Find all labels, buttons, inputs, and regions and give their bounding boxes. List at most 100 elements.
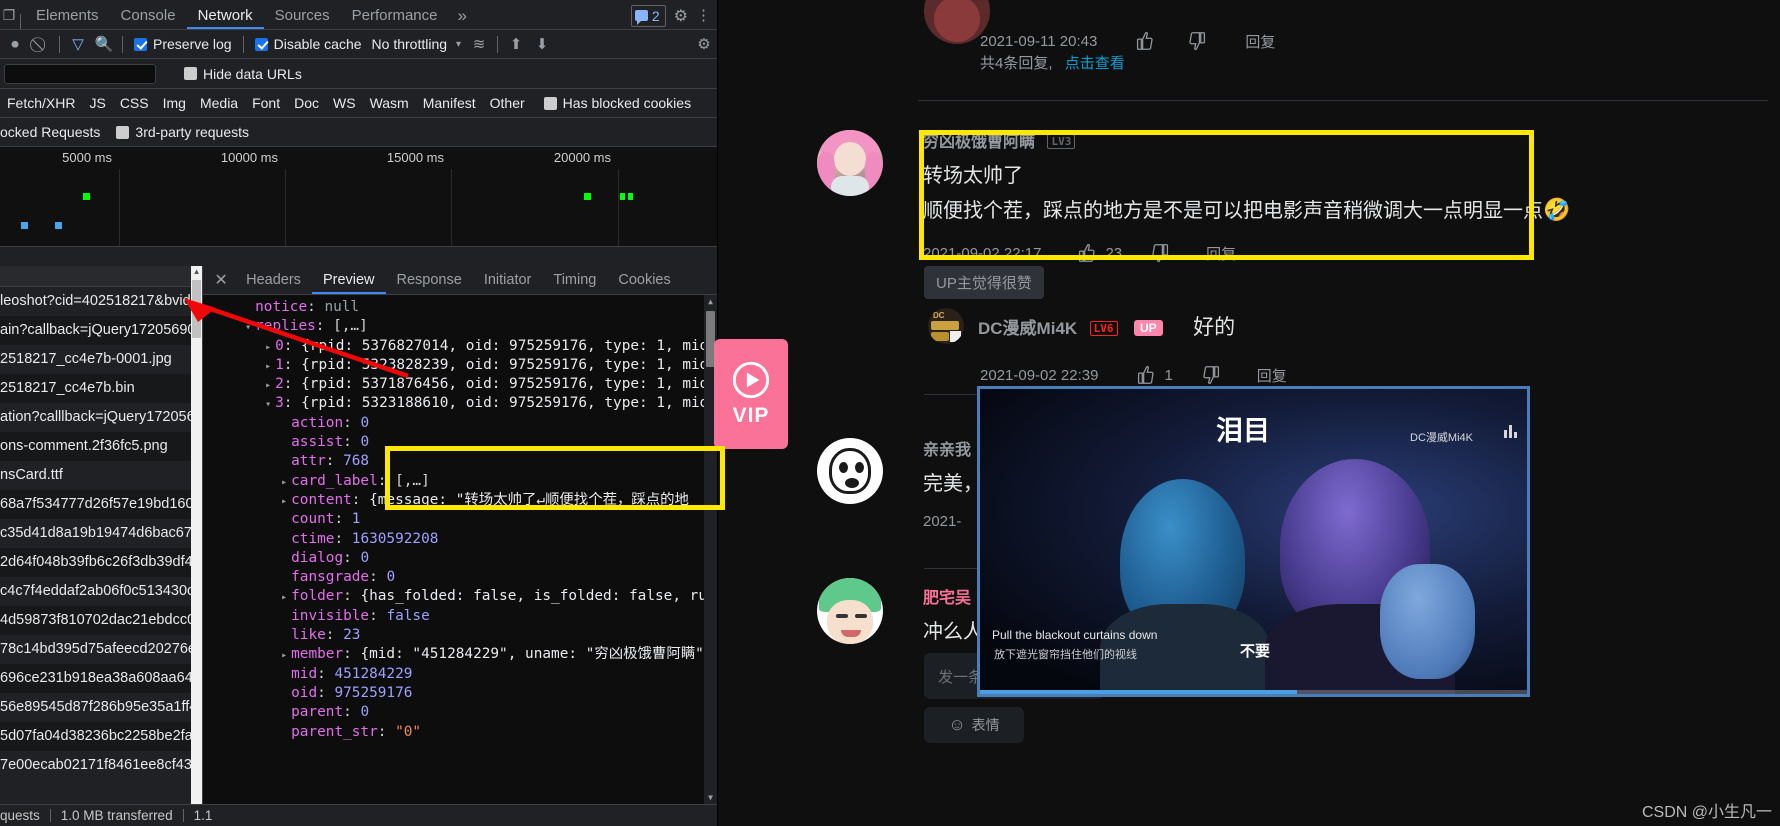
json-row[interactable]: ▸ card_label: [,…] — [203, 472, 717, 491]
json-row[interactable]: ▸ 0: {rpid: 5376827014, oid: 975259176, t… — [203, 337, 717, 356]
json-row[interactable]: ctime: 1630592208 — [203, 530, 717, 549]
json-row[interactable]: notice: null — [203, 298, 717, 317]
request-row[interactable]: 5d07fa04d38236bc2258be2faf2 — [0, 722, 203, 751]
filter-img[interactable]: Img — [156, 95, 193, 111]
tab-console[interactable]: Console — [110, 2, 187, 29]
reply-button[interactable]: 回复 — [1257, 365, 1287, 386]
filter-font[interactable]: Font — [245, 95, 287, 111]
chevron-down-icon[interactable]: ▾ — [265, 395, 275, 414]
json-row[interactable]: fansgrade: 0 — [203, 568, 717, 587]
thumbs-down-icon[interactable] — [1201, 364, 1223, 386]
json-row[interactable]: ▸ 2: {rpid: 5371876456, oid: 975259176, t… — [203, 375, 717, 394]
filter-css[interactable]: CSS — [113, 95, 156, 111]
avatar[interactable] — [817, 578, 883, 644]
thumbs-down-icon[interactable] — [1150, 242, 1172, 264]
request-row[interactable]: 696ce231b918ea38a608aa64ea6 — [0, 664, 203, 693]
filter-input[interactable] — [4, 63, 156, 84]
import-har-icon[interactable]: ⬆ — [503, 35, 529, 53]
filter-doc[interactable]: Doc — [287, 95, 326, 111]
reply-button[interactable]: 回复 — [1206, 243, 1236, 264]
request-row[interactable]: ain?callback=jQuery1720569073. — [0, 316, 203, 345]
request-row[interactable]: 7e00ecab02171f8461ee8cf439c7 — [0, 751, 203, 780]
request-row[interactable]: 2518217_cc4e7b.bin — [0, 374, 203, 403]
json-row[interactable]: oid: 975259176 — [203, 684, 717, 703]
json-row[interactable]: count: 1 — [203, 510, 717, 529]
issues-badge[interactable]: 2 — [630, 4, 666, 27]
json-row[interactable]: ▸ member: {mid: "451284229", uname: "穷凶极饿… — [203, 645, 717, 664]
chevron-right-icon[interactable]: ▸ — [281, 473, 291, 492]
view-replies-link[interactable]: 点击查看 — [1065, 55, 1125, 72]
comment-username[interactable]: DC漫威Mi4K — [978, 319, 1077, 338]
request-row[interactable]: c4c7f4eddaf2ab06f0c513430cce — [0, 577, 203, 606]
json-row[interactable]: action: 0 — [203, 414, 717, 433]
request-list[interactable]: leoshot?cid=402518217&bvid=B ain?callback… — [0, 266, 204, 804]
close-icon[interactable]: ✕ — [207, 270, 235, 290]
request-row[interactable]: c35d41d8a19b19474d6bac6723 — [0, 519, 203, 548]
preserve-log-checkbox[interactable]: Preserve log — [128, 36, 238, 52]
filter-manifest[interactable]: Manifest — [416, 95, 483, 111]
request-row[interactable]: nsCard.ttf — [0, 461, 203, 490]
tab-performance[interactable]: Performance — [341, 2, 449, 29]
detail-tab-cookies[interactable]: Cookies — [607, 267, 681, 294]
json-row[interactable]: like: 23 — [203, 626, 717, 645]
json-row[interactable]: parent_str: "0" — [203, 723, 717, 742]
request-row[interactable]: leoshot?cid=402518217&bvid=B — [0, 287, 203, 316]
gear-icon[interactable]: ⚙ — [674, 6, 688, 26]
json-row[interactable]: mid: 451284229 — [203, 665, 717, 684]
vip-badge[interactable]: VIP — [714, 339, 788, 449]
video-player-overlay[interactable]: 泪目 DC漫威Mi4K Pull the blackout curtains d… — [977, 386, 1530, 697]
tab-network[interactable]: Network — [186, 2, 264, 29]
thumbs-up-icon[interactable] — [1133, 30, 1155, 52]
filter-funnel-icon[interactable]: ▽ — [65, 35, 91, 53]
filter-wasm[interactable]: Wasm — [363, 95, 416, 111]
chevron-down-icon[interactable]: ▾ — [245, 318, 255, 337]
detail-tab-initiator[interactable]: Initiator — [473, 267, 543, 294]
filter-other[interactable]: Other — [483, 95, 532, 111]
comment-username[interactable]: 亲亲我 — [923, 436, 983, 460]
avatar[interactable] — [817, 130, 883, 196]
request-list-scrollbar[interactable]: ▲ — [191, 266, 203, 804]
detail-tab-headers[interactable]: Headers — [235, 267, 312, 294]
chevron-right-icon[interactable]: ▸ — [265, 338, 275, 357]
json-row[interactable]: ▸ 1: {rpid: 5323828239, oid: 975259176, t… — [203, 356, 717, 375]
clear-icon[interactable]: ⃠ — [28, 36, 54, 53]
export-har-icon[interactable]: ⬇ — [529, 35, 555, 53]
chevron-right-icon[interactable]: ▸ — [265, 357, 275, 376]
json-row[interactable]: invisible: false — [203, 607, 717, 626]
record-stop-icon[interactable]: ⏺ — [2, 36, 28, 53]
request-row[interactable]: 78c14bd395d75afeecd20276ec7 — [0, 635, 203, 664]
reply-button[interactable]: 回复 — [1245, 31, 1275, 52]
chevron-right-icon[interactable]: ▸ — [265, 376, 275, 395]
filter-ws[interactable]: WS — [326, 95, 363, 111]
scroll-up-arrow-icon[interactable]: ▲ — [705, 296, 716, 307]
throttling-select[interactable]: No throttling — [368, 36, 451, 52]
chevron-right-icon[interactable]: ▸ — [281, 492, 291, 511]
hide-data-urls-checkbox[interactable]: Hide data URLs — [178, 66, 308, 82]
json-row[interactable]: ▾ 3: {rpid: 5323188610, oid: 975259176, t… — [203, 394, 717, 413]
chevron-down-icon[interactable]: ▾ — [451, 39, 466, 50]
search-icon[interactable]: 🔍 — [91, 35, 117, 53]
filter-fetch-xhr[interactable]: Fetch/XHR — [0, 95, 82, 111]
json-row[interactable]: ▾ replies: [,…] — [203, 317, 717, 336]
request-row[interactable]: ons-comment.2f36fc5.png — [0, 432, 203, 461]
detail-tab-response[interactable]: Response — [386, 267, 473, 294]
blocked-requests-label[interactable]: ocked Requests — [0, 124, 100, 140]
chevron-right-icon[interactable]: ▸ — [281, 646, 291, 665]
device-toolbar-icon[interactable]: ❐ — [0, 2, 18, 29]
network-overview-timeline[interactable]: 5000 ms 10000 ms 15000 ms 20000 ms — [0, 147, 717, 247]
video-progress-bar[interactable] — [980, 690, 1527, 694]
thumbs-up-icon[interactable] — [1134, 364, 1156, 386]
detail-tab-preview[interactable]: Preview — [311, 267, 386, 294]
json-row[interactable]: attr: 768 — [203, 452, 717, 471]
json-preview-tree[interactable]: notice: null ▾ replies: [,…] ▸ 0: {rpid: 537… — [203, 295, 717, 804]
request-list-scroll-thumb[interactable] — [192, 280, 202, 338]
json-row[interactable]: assist: 0 — [203, 433, 717, 452]
emoji-button[interactable]: ☺ 表情 — [924, 707, 1024, 743]
request-row[interactable]: 56e89545d87f286b95e35a1ff46c — [0, 693, 203, 722]
network-settings-gear-icon[interactable]: ⚙ — [691, 35, 717, 53]
tab-sources[interactable]: Sources — [264, 2, 341, 29]
has-blocked-cookies-checkbox[interactable]: Has blocked cookies — [538, 95, 697, 111]
avatar[interactable] — [817, 438, 883, 504]
comment-username[interactable]: 穷凶极饿曹阿瞒 — [923, 134, 1035, 151]
request-row[interactable]: 4d59873f810702dac21ebdcc056 — [0, 606, 203, 635]
